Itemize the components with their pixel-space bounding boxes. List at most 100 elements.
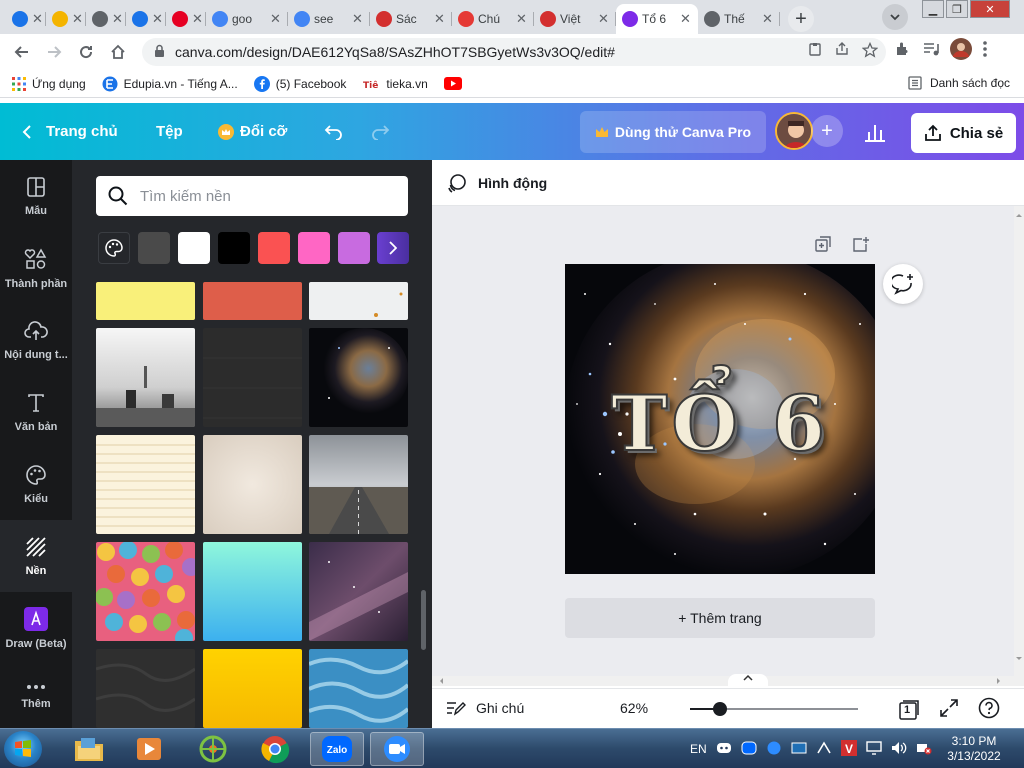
try-canva-pro-button[interactable]: Dùng thử Canva Pro [580,111,766,153]
taskbar-zoom[interactable] [370,732,424,766]
rail-item-text[interactable]: Văn bản [0,376,72,448]
rail-item-draw[interactable]: Draw (Beta) [0,592,72,664]
add-page-button[interactable]: + Thêm trang [565,598,875,638]
rail-item-upload[interactable]: Nội dung t... [0,304,72,376]
start-button[interactable] [4,731,42,767]
tab-close-icon[interactable]: ✕ [112,11,124,27]
palette-swatch[interactable] [98,232,130,264]
undo-button[interactable] [324,103,344,160]
background-thumbnail[interactable] [309,435,408,534]
browser-tab[interactable]: Thế ✕ [698,4,780,34]
color-swatch[interactable] [258,232,290,264]
tab-close-icon[interactable]: ✕ [270,11,282,27]
maximize-button[interactable]: ❐ [946,0,968,18]
home-link[interactable]: Trang chủ [22,103,118,160]
background-thumbnail[interactable] [96,435,195,534]
browser-tab[interactable]: see ✕ [288,4,370,34]
user-avatar[interactable] [775,112,813,150]
help-button[interactable] [978,697,1000,722]
color-swatch[interactable] [138,232,170,264]
taskbar-file-explorer[interactable] [62,732,116,766]
taskbar-app-green[interactable] [186,732,240,766]
minimize-button[interactable]: ▁ [922,0,944,18]
tab-close-icon[interactable]: ✕ [516,11,528,27]
fullscreen-button[interactable] [940,699,958,720]
tab-close-icon[interactable]: ✕ [32,11,44,27]
forward-button[interactable] [38,36,70,68]
tab-close-icon[interactable]: ✕ [598,11,610,27]
copy-icon[interactable] [808,42,822,61]
background-thumbnail[interactable] [309,649,408,728]
browser-tab[interactable]: Tổ 6 ✕ [616,4,698,34]
vietkey-tray-icon[interactable]: V [840,739,857,759]
system-clock[interactable]: 3:10 PM 3/13/2022 [938,734,1010,764]
panel-scrollbar[interactable] [421,590,426,650]
search-input[interactable] [140,187,400,205]
tab-close-icon[interactable]: ✕ [72,11,84,27]
background-thumbnail[interactable] [203,649,302,728]
background-thumbnail[interactable] [203,328,302,427]
background-search[interactable] [96,176,408,216]
taskbar-chrome[interactable] [248,732,302,766]
tab-close-icon[interactable]: ✕ [192,11,204,27]
background-thumbnail[interactable] [309,542,408,641]
tab-close-icon[interactable]: ✕ [680,11,692,27]
volume-tray-icon[interactable] [891,741,907,758]
color-swatch[interactable] [298,232,330,264]
share-page-icon[interactable] [834,42,850,61]
media-control-icon[interactable] [922,40,940,61]
profile-avatar[interactable] [950,38,972,63]
background-thumbnail[interactable] [96,649,195,728]
security-tray-icon[interactable] [816,740,832,758]
background-thumbnail[interactable] [309,328,408,427]
duplicate-page-icon[interactable] [815,236,832,256]
address-bar[interactable]: canva.com/design/DAE612YqSa8/SAsZHhOT7SB… [142,38,886,66]
tab-search-button[interactable] [882,4,908,30]
browser-tab[interactable]: Chú ✕ [452,4,534,34]
extensions-icon[interactable] [894,40,912,61]
rail-item-palette[interactable]: Kiểu [0,448,72,520]
browser-tab[interactable]: ✕ [6,4,46,34]
monitor-tray-icon[interactable] [865,740,882,758]
page-count-button[interactable]: 1 [898,699,920,720]
taskbar-zalo[interactable]: Zalo [310,732,364,766]
star-icon[interactable] [861,41,879,61]
discord-tray-icon[interactable] [716,741,732,758]
tab-close-icon[interactable]: ✕ [762,11,774,27]
browser-tab[interactable]: ✕ [46,4,86,34]
reload-button[interactable] [70,36,102,68]
redo-button[interactable] [370,103,390,160]
browser-tab[interactable]: goo ✕ [206,4,288,34]
rail-item-elements[interactable]: Thành phần [0,232,72,304]
background-thumbnail[interactable] [309,282,408,320]
window-close-button[interactable]: ✕ [970,0,1010,18]
taskbar-media-player[interactable] [122,732,176,766]
bookmark-facebook[interactable]: (5) Facebook [253,75,346,92]
tab-close-icon[interactable]: ✕ [152,11,164,27]
browser-tab[interactable]: Sác ✕ [370,4,452,34]
background-thumbnail[interactable] [203,282,302,320]
browser-tab[interactable]: ✕ [126,4,166,34]
network-status-icon[interactable] [916,741,932,758]
rail-item-template[interactable]: Mẫu [0,160,72,232]
zoom-tray-icon[interactable] [766,741,782,758]
new-tab-button[interactable]: + [788,6,814,32]
rail-item-more[interactable]: Thêm [0,664,72,728]
background-thumbnail[interactable] [96,328,195,427]
browser-tab[interactable]: Việt ✕ [534,4,616,34]
color-swatch[interactable] [338,232,370,264]
browser-tab[interactable]: ✕ [166,4,206,34]
animation-button[interactable]: Hình động [446,172,547,194]
language-indicator[interactable]: EN [690,742,707,756]
add-comment-button[interactable] [883,264,923,304]
browser-tab[interactable]: ✕ [86,4,126,34]
resize-button[interactable]: Đổi cỡ [218,103,287,160]
insights-button[interactable] [864,103,886,160]
color-swatch[interactable] [178,232,210,264]
add-page-icon[interactable] [852,236,869,256]
back-button[interactable] [6,36,38,68]
zoom-slider[interactable] [690,702,858,716]
notes-button[interactable]: Ghi chú [446,699,524,717]
tab-close-icon[interactable]: ✕ [434,11,446,27]
bookmark-tieka[interactable]: Tiê tieka.vn [362,77,428,91]
